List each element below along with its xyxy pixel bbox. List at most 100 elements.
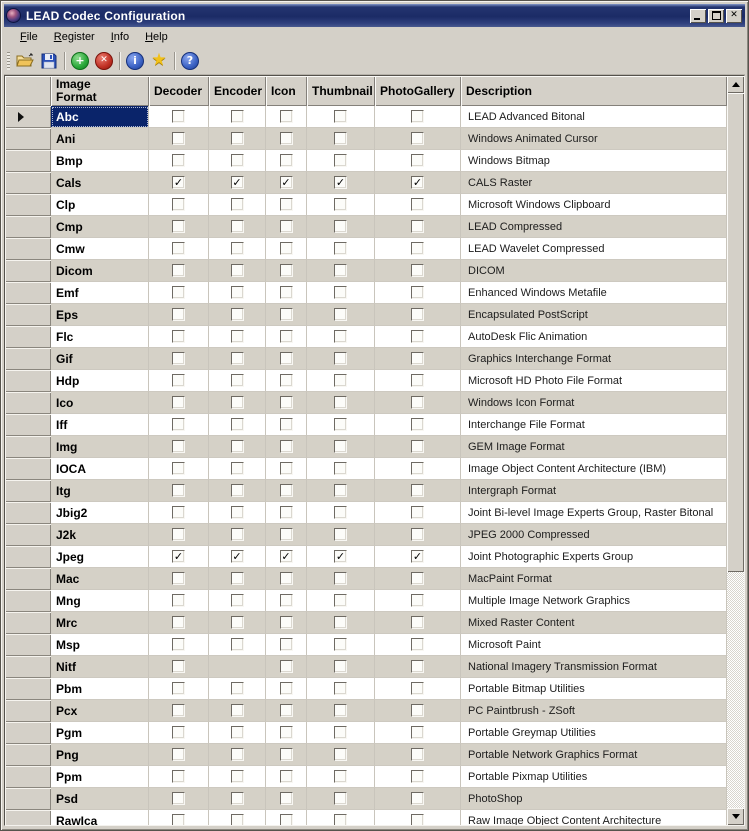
decoder-cell[interactable] <box>149 436 209 458</box>
titlebar[interactable]: LEAD Codec Configuration ✕ <box>4 4 745 27</box>
thumbnail-cell[interactable] <box>307 590 375 612</box>
encoder-checkbox[interactable] <box>231 374 244 387</box>
thumbnail-checkbox[interactable] <box>334 660 347 673</box>
photogallery-cell[interactable] <box>375 260 461 282</box>
encoder-cell[interactable] <box>209 502 266 524</box>
thumbnail-checkbox[interactable] <box>334 726 347 739</box>
decoder-cell[interactable] <box>149 700 209 722</box>
row-selector[interactable] <box>5 546 51 568</box>
icon-checkbox[interactable] <box>280 264 293 277</box>
encoder-cell[interactable] <box>209 216 266 238</box>
decoder-cell[interactable] <box>149 150 209 172</box>
thumbnail-cell[interactable] <box>307 238 375 260</box>
decoder-checkbox[interactable] <box>172 374 185 387</box>
encoder-checkbox[interactable] <box>231 198 244 211</box>
icon-checkbox[interactable] <box>280 594 293 607</box>
column-header-decoder[interactable]: Decoder <box>149 76 209 106</box>
decoder-checkbox[interactable] <box>172 616 185 629</box>
photogallery-checkbox[interactable] <box>411 352 424 365</box>
thumbnail-cell[interactable]: ✓ <box>307 546 375 568</box>
photogallery-checkbox[interactable]: ✓ <box>411 550 424 563</box>
encoder-cell[interactable] <box>209 744 266 766</box>
icon-cell[interactable] <box>266 612 307 634</box>
thumbnail-cell[interactable] <box>307 810 375 825</box>
thumbnail-checkbox[interactable] <box>334 418 347 431</box>
format-cell[interactable]: Mac <box>51 568 149 590</box>
photogallery-checkbox[interactable] <box>411 594 424 607</box>
column-header-encoder[interactable]: Encoder <box>209 76 266 106</box>
photogallery-cell[interactable] <box>375 612 461 634</box>
thumbnail-cell[interactable] <box>307 370 375 392</box>
format-cell[interactable]: Ico <box>51 392 149 414</box>
icon-cell[interactable] <box>266 568 307 590</box>
decoder-cell[interactable] <box>149 304 209 326</box>
photogallery-cell[interactable] <box>375 282 461 304</box>
icon-checkbox[interactable] <box>280 572 293 585</box>
photogallery-checkbox[interactable] <box>411 462 424 475</box>
icon-checkbox[interactable] <box>280 638 293 651</box>
icon-cell[interactable] <box>266 766 307 788</box>
icon-cell[interactable] <box>266 370 307 392</box>
icon-cell[interactable] <box>266 128 307 150</box>
row-selector[interactable] <box>5 700 51 722</box>
photogallery-checkbox[interactable] <box>411 374 424 387</box>
thumbnail-cell[interactable] <box>307 150 375 172</box>
decoder-checkbox[interactable] <box>172 440 185 453</box>
decoder-cell[interactable] <box>149 194 209 216</box>
decoder-checkbox[interactable] <box>172 660 185 673</box>
decoder-cell[interactable] <box>149 810 209 825</box>
format-cell[interactable]: Emf <box>51 282 149 304</box>
decoder-cell[interactable] <box>149 326 209 348</box>
format-cell[interactable]: Nitf <box>51 656 149 678</box>
row-selector[interactable] <box>5 788 51 810</box>
encoder-cell[interactable] <box>209 766 266 788</box>
encoder-checkbox[interactable] <box>231 638 244 651</box>
photogallery-checkbox[interactable] <box>411 198 424 211</box>
column-header-photogallery[interactable]: PhotoGallery <box>375 76 461 106</box>
icon-checkbox[interactable] <box>280 374 293 387</box>
thumbnail-checkbox[interactable] <box>334 374 347 387</box>
format-cell[interactable]: Pbm <box>51 678 149 700</box>
photogallery-cell[interactable] <box>375 568 461 590</box>
decoder-checkbox[interactable] <box>172 242 185 255</box>
icon-cell[interactable] <box>266 634 307 656</box>
encoder-cell[interactable] <box>209 458 266 480</box>
encoder-cell[interactable] <box>209 590 266 612</box>
thumbnail-cell[interactable] <box>307 722 375 744</box>
photogallery-checkbox[interactable]: ✓ <box>411 176 424 189</box>
icon-checkbox[interactable] <box>280 242 293 255</box>
decoder-checkbox[interactable] <box>172 308 185 321</box>
photogallery-cell[interactable] <box>375 106 461 128</box>
photogallery-cell[interactable] <box>375 326 461 348</box>
thumbnail-checkbox[interactable] <box>334 396 347 409</box>
icon-checkbox[interactable] <box>280 220 293 233</box>
encoder-checkbox[interactable] <box>231 484 244 497</box>
row-selector[interactable] <box>5 810 51 825</box>
icon-cell[interactable] <box>266 700 307 722</box>
row-selector[interactable] <box>5 744 51 766</box>
row-selector[interactable] <box>5 194 51 216</box>
photogallery-cell[interactable] <box>375 150 461 172</box>
row-selector[interactable] <box>5 106 51 128</box>
decoder-checkbox[interactable] <box>172 220 185 233</box>
encoder-cell[interactable]: ✓ <box>209 172 266 194</box>
encoder-checkbox[interactable] <box>231 110 244 123</box>
icon-checkbox[interactable] <box>280 396 293 409</box>
thumbnail-cell[interactable] <box>307 414 375 436</box>
thumbnail-checkbox[interactable] <box>334 792 347 805</box>
icon-cell[interactable] <box>266 458 307 480</box>
decoder-checkbox[interactable] <box>172 330 185 343</box>
format-cell[interactable]: Abc <box>51 106 149 128</box>
row-selector[interactable] <box>5 634 51 656</box>
decoder-checkbox[interactable] <box>172 110 185 123</box>
photogallery-cell[interactable] <box>375 304 461 326</box>
format-cell[interactable]: Hdp <box>51 370 149 392</box>
icon-cell[interactable] <box>266 502 307 524</box>
icon-checkbox[interactable] <box>280 682 293 695</box>
photogallery-cell[interactable] <box>375 788 461 810</box>
photogallery-checkbox[interactable] <box>411 726 424 739</box>
row-selector[interactable] <box>5 590 51 612</box>
icon-checkbox[interactable] <box>280 704 293 717</box>
encoder-cell[interactable] <box>209 128 266 150</box>
decoder-cell[interactable] <box>149 480 209 502</box>
